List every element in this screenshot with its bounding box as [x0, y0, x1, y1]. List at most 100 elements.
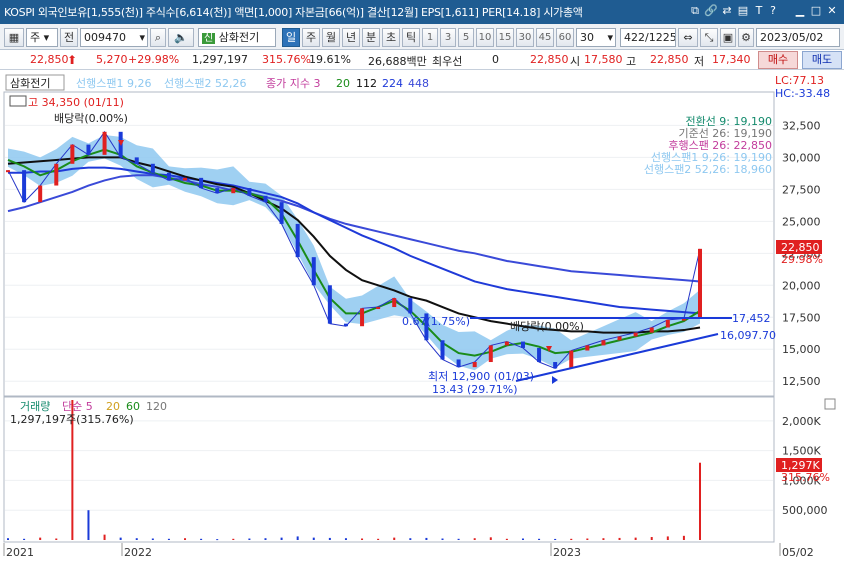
stock-name: 삼화전기 [218, 31, 260, 44]
minute-1[interactable]: 1 [422, 28, 438, 47]
minute-15[interactable]: 15 [496, 28, 514, 47]
x-axis-label: 2022 [124, 546, 152, 559]
volume-bar [409, 538, 412, 540]
candle [440, 340, 445, 360]
period-month[interactable]: 월 [322, 28, 340, 47]
date-input[interactable]: 2023/05/02 [756, 28, 840, 47]
trade-amount: 26,688백만 [368, 55, 427, 68]
volume-bar [248, 538, 251, 540]
layout-menu-button[interactable]: ▦ [4, 28, 24, 47]
vol-tick-label: 2,000K [782, 415, 821, 428]
count-select[interactable]: 30 ▾ [576, 28, 616, 47]
sell-order-button[interactable]: 매도 [802, 51, 842, 69]
help-icon[interactable]: ? [766, 4, 780, 18]
vol-legend-volume[interactable]: 거래량 [20, 400, 50, 413]
volume-bar [328, 537, 331, 540]
stock-code-value: 009470 [84, 31, 126, 44]
text-icon[interactable]: T [752, 4, 766, 18]
trendline-pct: 0.67(1.75%) [402, 315, 470, 328]
draw-icon[interactable]: ⤡ [700, 28, 718, 47]
sound-button[interactable]: 🔈 [168, 28, 194, 47]
price-tick-label: 15,000 [782, 343, 821, 356]
volume-bar [7, 538, 9, 540]
legend-span2[interactable]: 선행스팬2 52,26 [164, 77, 246, 90]
price-tick-label: 12,500 [782, 375, 821, 388]
link-icon[interactable]: 🔗 [704, 4, 718, 18]
vol-tick-label: 500,000 [782, 504, 828, 517]
candle [102, 131, 107, 155]
market-select[interactable]: 주 ▾ [26, 28, 58, 47]
legend-ma112[interactable]: 112 [356, 77, 377, 90]
volume-bar [200, 538, 203, 540]
prev-button[interactable]: 전 [60, 28, 78, 47]
price-tick-label: 20,000 [782, 279, 821, 292]
candle [263, 195, 268, 203]
copy-icon[interactable]: ⧉ [688, 4, 702, 18]
stock-code-input[interactable]: 009470 ▾ [80, 28, 148, 47]
volume-bar [505, 538, 508, 540]
candle [537, 347, 542, 363]
volume-bar [457, 538, 460, 540]
save-icon[interactable]: ▣ [720, 28, 736, 47]
low-pct-annotation: 13.43 (29.71%) [432, 383, 518, 396]
volume-bar [135, 538, 138, 540]
candle [392, 298, 397, 308]
high-label: 고 [626, 55, 637, 68]
period-tick[interactable]: 틱 [402, 28, 420, 47]
buy-order-button[interactable]: 매수 [758, 51, 798, 69]
swap-icon[interactable]: ⇄ [720, 4, 734, 18]
candle [215, 188, 220, 194]
memo-icon[interactable]: ▤ [736, 4, 750, 18]
candle [408, 298, 413, 314]
vol-panel-close-icon[interactable] [824, 398, 836, 410]
candle [38, 185, 43, 203]
legend-span1[interactable]: 선행스팬1 9,26 [76, 77, 151, 90]
legend-stock-name[interactable]: 삼화전기 [10, 77, 50, 90]
vol-tick-label: 1,500K [782, 445, 821, 458]
close-icon[interactable]: ✕ [825, 4, 839, 18]
stock-chart[interactable]: 12,50015,00017,50020,00022,50025,00027,5… [0, 72, 844, 565]
minute-5[interactable]: 5 [458, 28, 474, 47]
period-week[interactable]: 주 [302, 28, 320, 47]
minute-10[interactable]: 10 [476, 28, 494, 47]
minute-60[interactable]: 60 [556, 28, 574, 47]
search-button[interactable]: ⌕ [150, 28, 166, 47]
legend-ma224[interactable]: 224 [382, 77, 403, 90]
volume-bar [184, 538, 187, 540]
change-pct: +29.98% [128, 53, 180, 66]
minute-3[interactable]: 3 [440, 28, 456, 47]
vol-legend-ma60[interactable]: 60 [126, 400, 140, 413]
period-minute[interactable]: 분 [362, 28, 380, 47]
candle [6, 170, 10, 173]
minimize-icon[interactable]: ▁ [793, 4, 807, 18]
legend-ma448[interactable]: 448 [408, 77, 429, 90]
maximize-icon[interactable]: □ [809, 4, 823, 18]
period-day[interactable]: 일 [282, 28, 300, 47]
low-price: 17,340 [712, 53, 751, 66]
volume-bar [377, 538, 380, 540]
vol-legend-ma120[interactable]: 120 [146, 400, 167, 413]
candle [279, 202, 284, 224]
minute-30[interactable]: 30 [516, 28, 534, 47]
period-second[interactable]: 초 [382, 28, 400, 47]
price-tick-label: 32,500 [782, 119, 821, 132]
high-annotation: 고 34,350 (01/11) [28, 96, 124, 109]
candle [633, 332, 638, 337]
volume-bar [666, 536, 669, 540]
candle [183, 177, 188, 181]
grid-toggle-icon[interactable] [9, 95, 27, 107]
period-year[interactable]: 년 [342, 28, 360, 47]
legend-ma20[interactable]: 20 [336, 77, 350, 90]
volume-bar [602, 538, 605, 540]
minute-45[interactable]: 45 [536, 28, 554, 47]
volume-bar [344, 538, 347, 540]
scroll-icon[interactable]: ⇔ [678, 28, 698, 47]
volume-bar [473, 538, 476, 540]
legend-close-index[interactable]: 종가 지수 3 [266, 77, 320, 90]
candle [488, 345, 493, 363]
gear-icon[interactable]: ⚙ [738, 28, 754, 47]
vol-legend-ma20[interactable]: 20 [106, 400, 120, 413]
candle [231, 188, 236, 194]
chevron-down-icon: ▾ [139, 31, 145, 44]
vol-legend-ma5[interactable]: 단순 5 [62, 400, 93, 413]
